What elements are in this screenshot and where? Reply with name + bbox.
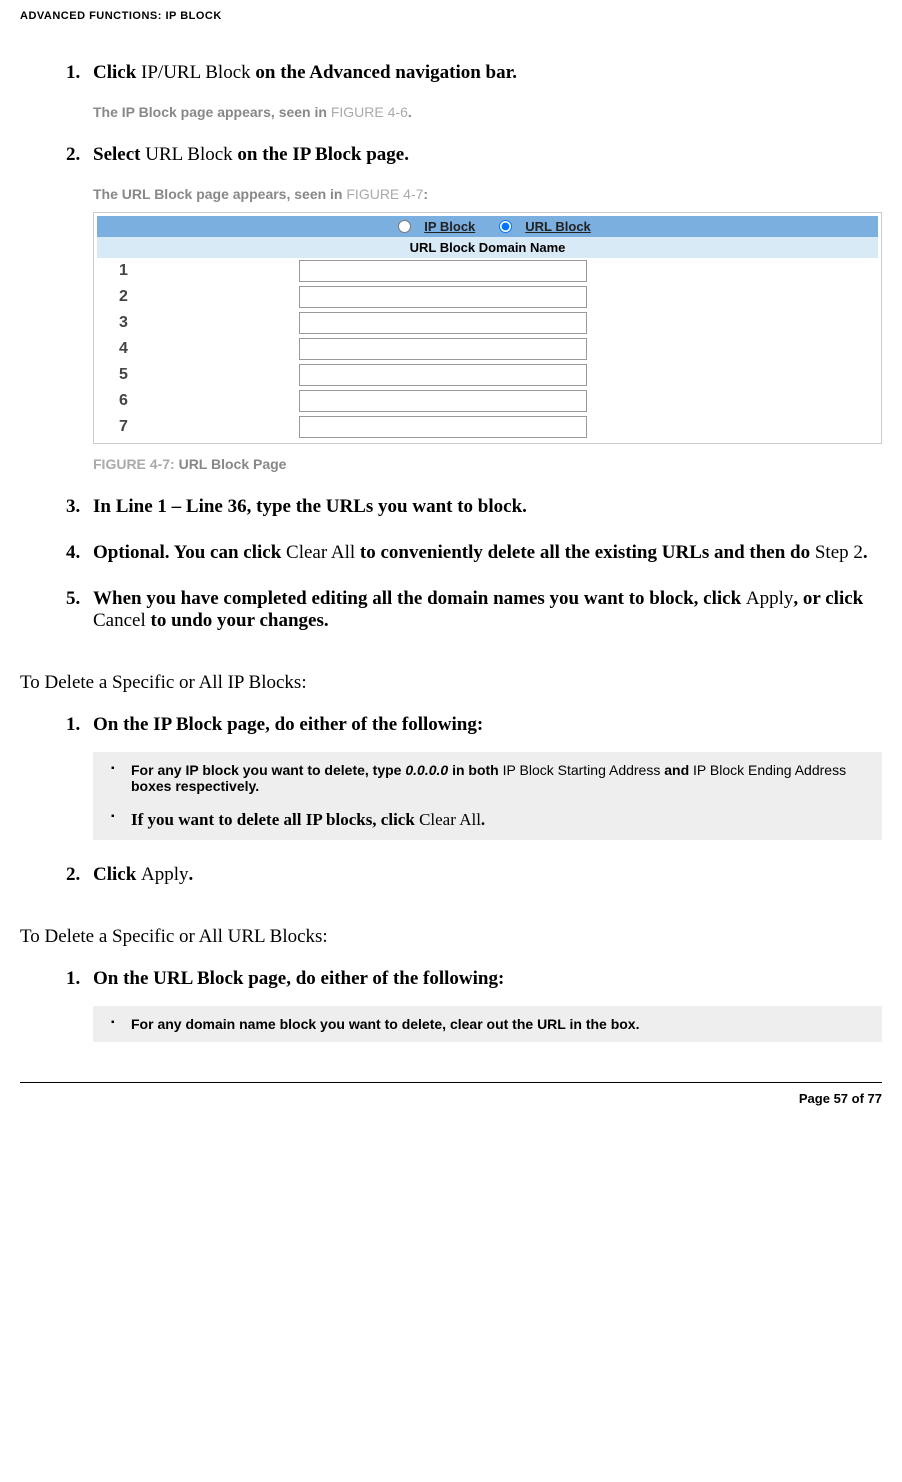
row-num: 1 <box>97 258 169 284</box>
steps-list-b: On the IP Block page, do either of the f… <box>20 714 882 886</box>
url-input-4[interactable] <box>299 338 587 360</box>
step-1-note: The IP Block page appears, seen in FIGUR… <box>93 104 882 120</box>
step-2: Select URL Block on the IP Block page. T… <box>85 144 882 472</box>
figure-caption: FIGURE 4-7: URL Block Page <box>93 456 882 472</box>
options-box-ip: For any IP block you want to delete, typ… <box>93 752 882 840</box>
table-row: 1 <box>97 258 878 284</box>
row-num: 2 <box>97 284 169 310</box>
step-1-text: Click IP/URL Block on the Advanced navig… <box>93 62 517 83</box>
page-header: ADVANCED FUNCTIONS: IP BLOCK <box>20 10 882 22</box>
table-row: 2 <box>97 284 878 310</box>
table-row: 7 <box>97 414 878 440</box>
row-num: 6 <box>97 388 169 414</box>
step-2-text: Select URL Block on the IP Block page. <box>93 144 409 165</box>
section-delete-url-title: To Delete a Specific or All URL Blocks: <box>20 926 882 948</box>
steps-list-c: On the URL Block page, do either of the … <box>20 968 882 1042</box>
step-b1: On the IP Block page, do either of the f… <box>85 714 882 840</box>
step-1: Click IP/URL Block on the Advanced navig… <box>85 62 882 120</box>
steps-list-a: Click IP/URL Block on the Advanced navig… <box>20 62 882 632</box>
url-input-3[interactable] <box>299 312 587 334</box>
table-row: 3 <box>97 310 878 336</box>
footer-rule <box>20 1082 882 1083</box>
step-3: In Line 1 – Line 36, type the URLs you w… <box>85 496 882 518</box>
url-block-label[interactable]: URL Block <box>525 219 591 234</box>
url-input-2[interactable] <box>299 286 587 308</box>
row-num: 5 <box>97 362 169 388</box>
step-5: When you have completed editing all the … <box>85 588 882 632</box>
page-footer: Page 57 of 77 <box>20 1091 882 1106</box>
ip-block-label[interactable]: IP Block <box>424 219 475 234</box>
row-num: 4 <box>97 336 169 362</box>
url-block-radio[interactable] <box>499 220 512 233</box>
url-input-1[interactable] <box>299 260 587 282</box>
table-row: 4 <box>97 336 878 362</box>
step-2-note: The URL Block page appears, seen in FIGU… <box>93 186 882 202</box>
options-box-url: For any domain name block you want to de… <box>93 1006 882 1042</box>
row-num: 3 <box>97 310 169 336</box>
step-c1: On the URL Block page, do either of the … <box>85 968 882 1042</box>
figure-4-7: IP Block URL Block URL Block Domain Name… <box>93 212 882 444</box>
url-input-7[interactable] <box>299 416 587 438</box>
step-b2: Click Apply. <box>85 864 882 886</box>
table-row: 5 <box>97 362 878 388</box>
step-4: Optional. You can click Clear All to con… <box>85 542 882 564</box>
option-delete-specific-ip: For any IP block you want to delete, typ… <box>103 762 872 794</box>
url-input-5[interactable] <box>299 364 587 386</box>
table-row: 6 <box>97 388 878 414</box>
ip-block-radio[interactable] <box>398 220 411 233</box>
tab-strip: IP Block URL Block <box>97 216 878 237</box>
table-header: URL Block Domain Name <box>97 237 878 258</box>
option-delete-all-ip: If you want to delete all IP blocks, cli… <box>103 810 872 830</box>
url-input-6[interactable] <box>299 390 587 412</box>
url-block-table: 1 2 3 4 5 6 7 <box>97 258 878 440</box>
row-num: 7 <box>97 414 169 440</box>
option-delete-specific-url: For any domain name block you want to de… <box>103 1016 872 1032</box>
section-delete-ip-title: To Delete a Specific or All IP Blocks: <box>20 672 882 694</box>
